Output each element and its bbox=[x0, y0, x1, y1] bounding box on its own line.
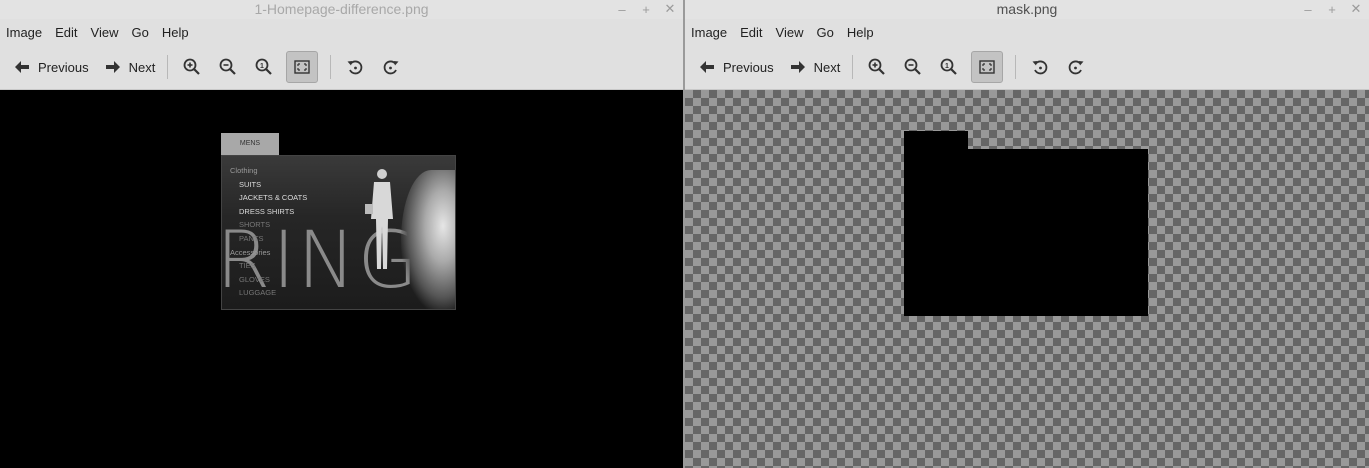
zoom-out-button[interactable] bbox=[899, 51, 927, 83]
menu-go[interactable]: Go bbox=[817, 25, 834, 40]
rotate-left-button[interactable] bbox=[1026, 51, 1054, 83]
zoom-out-button[interactable] bbox=[214, 51, 242, 83]
previous-label: Previous bbox=[723, 59, 774, 75]
maximize-button[interactable]: + bbox=[1325, 0, 1339, 18]
image-menu-item: GLOVES bbox=[239, 274, 270, 284]
image-tab-label: MENS bbox=[221, 133, 279, 155]
image-canvas[interactable]: MENS RING Clothing SUITS JACKETS & COATS… bbox=[0, 90, 683, 468]
zoom-in-button[interactable] bbox=[178, 51, 206, 83]
zoom-original-icon: 1 bbox=[255, 58, 273, 75]
menubar: Image Edit View Go Help bbox=[685, 20, 1369, 44]
minimize-button[interactable]: – bbox=[1301, 0, 1315, 18]
image-menu-category: Clothing bbox=[230, 166, 258, 175]
toolbar-separator bbox=[167, 55, 169, 79]
rotate-right-icon bbox=[384, 60, 399, 75]
viewer-window-difference: 1-Homepage-difference.png – + ✕ Image Ed… bbox=[0, 0, 683, 468]
svg-text:1: 1 bbox=[260, 63, 264, 70]
titlebar[interactable]: mask.png – + ✕ bbox=[685, 0, 1369, 19]
best-fit-button[interactable] bbox=[971, 51, 1004, 83]
zoom-out-icon bbox=[904, 58, 922, 75]
menu-edit[interactable]: Edit bbox=[740, 25, 762, 40]
viewer-window-mask: mask.png – + ✕ Image Edit View Go Help P… bbox=[685, 0, 1369, 468]
image-figure bbox=[365, 169, 393, 269]
zoom-original-button[interactable]: 1 bbox=[935, 51, 963, 83]
window-title: 1-Homepage-difference.png bbox=[254, 1, 429, 17]
toolbar-separator bbox=[852, 55, 854, 79]
rotate-left-icon bbox=[347, 60, 363, 75]
best-fit-icon bbox=[294, 60, 311, 74]
image-photo: RING Clothing SUITS JACKETS & COATS DRES… bbox=[221, 155, 456, 310]
image-menu-item: LUGGAGE bbox=[239, 288, 277, 298]
arrow-left-icon bbox=[700, 61, 714, 73]
maximize-button[interactable]: + bbox=[639, 0, 653, 18]
minimize-button[interactable]: – bbox=[615, 0, 629, 18]
next-label: Next bbox=[813, 59, 841, 75]
menu-image[interactable]: Image bbox=[691, 25, 727, 40]
image-menu-item: JACKETS & COATS bbox=[239, 193, 308, 203]
rotate-left-icon bbox=[1032, 60, 1048, 75]
next-button[interactable]: Next bbox=[105, 51, 156, 83]
zoom-in-icon bbox=[183, 58, 201, 75]
best-fit-icon bbox=[979, 60, 996, 74]
toolbar: Previous Next 1 bbox=[685, 45, 1369, 89]
zoom-original-icon: 1 bbox=[940, 58, 958, 75]
menubar: Image Edit View Go Help bbox=[0, 20, 683, 44]
svg-text:1: 1 bbox=[945, 63, 949, 70]
rotate-right-button[interactable] bbox=[377, 51, 405, 83]
image-canvas-transparent[interactable] bbox=[685, 90, 1369, 468]
rotate-right-icon bbox=[1069, 60, 1084, 75]
menu-help[interactable]: Help bbox=[847, 25, 874, 40]
previous-button[interactable]: Previous bbox=[699, 51, 774, 83]
image-face bbox=[401, 170, 455, 309]
close-button[interactable]: ✕ bbox=[1349, 0, 1363, 18]
rotate-right-button[interactable] bbox=[1062, 51, 1090, 83]
next-label: Next bbox=[128, 59, 156, 75]
arrow-right-icon bbox=[790, 61, 805, 73]
titlebar[interactable]: 1-Homepage-difference.png – + ✕ bbox=[0, 0, 683, 19]
zoom-original-button[interactable]: 1 bbox=[250, 51, 278, 83]
image-menu-item: SHORTS bbox=[239, 220, 271, 230]
menu-help[interactable]: Help bbox=[162, 25, 189, 40]
close-button[interactable]: ✕ bbox=[663, 0, 677, 18]
best-fit-button[interactable] bbox=[286, 51, 319, 83]
toolbar: Previous Next 1 bbox=[0, 45, 683, 89]
mask-shape bbox=[904, 131, 1148, 316]
arrow-left-icon bbox=[15, 61, 29, 73]
previous-button[interactable]: Previous bbox=[14, 51, 89, 83]
menu-view[interactable]: View bbox=[776, 25, 804, 40]
next-button[interactable]: Next bbox=[790, 51, 841, 83]
difference-image: MENS RING Clothing SUITS JACKETS & COATS… bbox=[221, 133, 456, 311]
image-menu-item: SUITS bbox=[239, 179, 262, 189]
zoom-in-button[interactable] bbox=[863, 51, 891, 83]
image-menu-list: Clothing SUITS JACKETS & COATS DRESS SHI… bbox=[230, 164, 307, 300]
arrow-right-icon bbox=[105, 61, 120, 73]
window-title: mask.png bbox=[996, 1, 1058, 17]
menu-view[interactable]: View bbox=[91, 25, 119, 40]
menu-go[interactable]: Go bbox=[132, 25, 149, 40]
menu-edit[interactable]: Edit bbox=[55, 25, 77, 40]
zoom-out-icon bbox=[219, 58, 237, 75]
image-menu-item: TIES bbox=[239, 261, 256, 271]
image-menu-item: PANTS bbox=[239, 233, 264, 243]
menu-image[interactable]: Image bbox=[6, 25, 42, 40]
toolbar-separator bbox=[1015, 55, 1017, 79]
toolbar-separator bbox=[330, 55, 332, 79]
previous-label: Previous bbox=[38, 59, 89, 75]
zoom-in-icon bbox=[868, 58, 886, 75]
image-menu-item: DRESS SHIRTS bbox=[239, 206, 295, 216]
image-menu-category: Accessories bbox=[230, 247, 271, 257]
rotate-left-button[interactable] bbox=[341, 51, 369, 83]
